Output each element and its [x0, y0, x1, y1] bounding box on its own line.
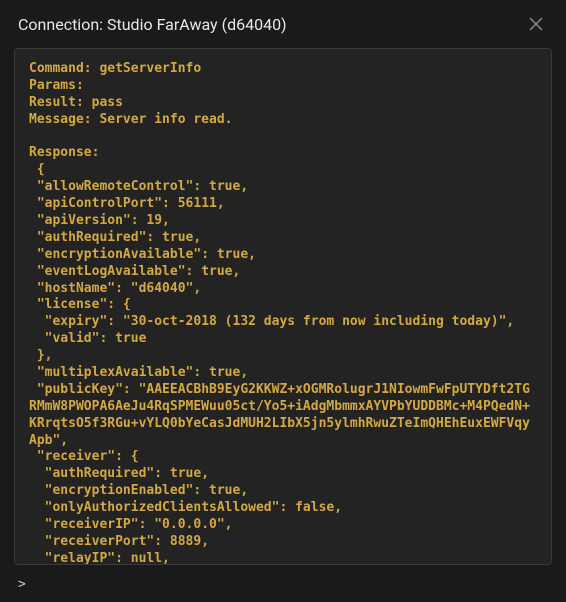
command-input[interactable] [32, 577, 548, 592]
prompt-symbol: > [18, 577, 26, 592]
close-button[interactable] [524, 12, 548, 36]
window-title: Connection: Studio FarAway (d64040) [18, 15, 287, 34]
command-prompt-row: > [0, 571, 566, 602]
dialog-window: Connection: Studio FarAway (d64040) Comm… [0, 0, 566, 602]
close-icon [528, 16, 544, 32]
console-text: Command: getServerInfo Params: Result: p… [29, 61, 537, 565]
titlebar: Connection: Studio FarAway (d64040) [0, 0, 566, 48]
console-output-panel[interactable]: Command: getServerInfo Params: Result: p… [14, 48, 552, 565]
